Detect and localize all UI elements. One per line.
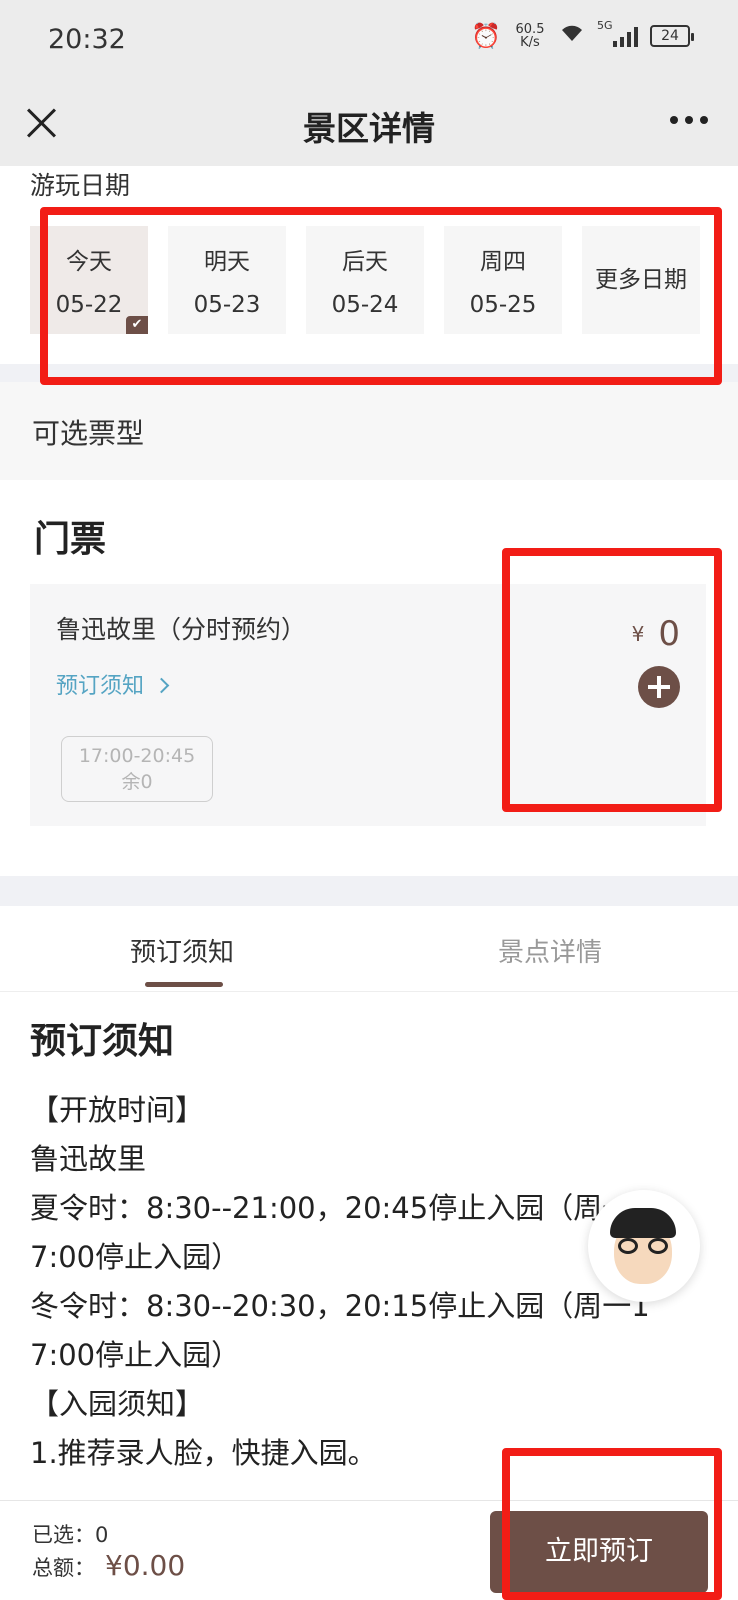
total-label: 总额： <box>32 1556 95 1580</box>
price-currency: ¥ <box>631 622 645 646</box>
time-slot-remaining: 余0 <box>121 771 153 793</box>
notice-line: 7:00停止入园） <box>30 1338 241 1372</box>
network-type-label: 5G <box>597 19 613 32</box>
notice-line: 鲁迅故里 <box>30 1142 147 1176</box>
ticket-section-title: 门票 <box>34 519 107 560</box>
date-option-date: 05-24 <box>331 292 399 318</box>
notice-line: 【开放时间】 <box>30 1093 205 1127</box>
signal-icon: 5G <box>597 19 638 47</box>
time-slot-time: 17:00-20:45 <box>78 745 196 767</box>
tab-bar: 预订须知 景点详情 <box>0 906 738 992</box>
date-option-day: 后天 <box>342 249 388 275</box>
date-option-day: 明天 <box>204 249 250 275</box>
date-option-day-after[interactable]: 后天 05-24 <box>306 226 424 334</box>
ticket-card: 鲁迅故里（分时预约） 预订须知 17:00-20:45 余0 ¥0 <box>30 584 706 826</box>
play-date-label: 游玩日期 <box>30 171 131 200</box>
time-slot-chip[interactable]: 17:00-20:45 余0 <box>61 736 213 802</box>
price-value: 0 <box>658 614 680 654</box>
active-tab-indicator <box>145 982 223 987</box>
total-value: ¥0.00 <box>105 1549 186 1582</box>
date-section: 游玩日期 今天 05-22 ✔ 明天 05-23 后天 05-24 周四 05-… <box>0 166 738 364</box>
date-option-day: 今天 <box>66 249 112 275</box>
bottom-bar: 已选：0 总额： ¥0.00 立即预订 <box>0 1500 738 1600</box>
divider <box>0 876 738 906</box>
date-option-thursday[interactable]: 周四 05-25 <box>444 226 562 334</box>
battery-icon: 24 <box>650 25 694 47</box>
network-speed-unit: K/s <box>520 35 540 50</box>
booking-notice-link-label: 预订须知 <box>56 674 145 699</box>
selected-count: 已选：0 <box>32 1519 108 1549</box>
date-option-date: 05-23 <box>193 292 261 318</box>
ticket-type-label: 可选票型 <box>32 417 145 450</box>
total-amount: 总额： ¥0.00 <box>32 1549 185 1582</box>
notice-heading: 预订须知 <box>30 1021 175 1062</box>
date-option-date: 05-22 <box>55 292 123 318</box>
ticket-type-header: 可选票型 <box>0 382 738 480</box>
date-option-day: 周四 <box>480 249 526 275</box>
tab-booking-notice[interactable]: 预订须知 <box>130 932 234 969</box>
nav-bar: 景区详情 <box>0 82 738 166</box>
date-option-today[interactable]: 今天 05-22 ✔ <box>30 226 148 334</box>
floating-avatar-button[interactable] <box>588 1190 700 1302</box>
booking-notice-link[interactable]: 预订须知 <box>56 668 170 700</box>
selected-value: 0 <box>95 1523 109 1547</box>
battery-level: 24 <box>661 28 679 44</box>
ticket-name: 鲁迅故里（分时预约） <box>56 615 307 644</box>
date-options: 今天 05-22 ✔ 明天 05-23 后天 05-24 周四 05-25 更多… <box>30 226 700 334</box>
notice-line: 【入园须知】 <box>30 1387 205 1421</box>
status-icons: ⏰ 60.5 K/s 5G 24 <box>471 19 694 50</box>
more-dates-label: 更多日期 <box>595 267 687 293</box>
page-title: 景区详情 <box>303 109 435 148</box>
date-option-date: 05-25 <box>469 292 537 318</box>
avatar-glasses-icon <box>618 1238 668 1254</box>
ticket-section: 门票 鲁迅故里（分时预约） 预订须知 17:00-20:45 余0 ¥0 <box>0 480 738 876</box>
divider <box>0 364 738 382</box>
selected-label: 已选： <box>32 1523 95 1547</box>
check-icon: ✔ <box>126 316 148 334</box>
alarm-icon: ⏰ <box>471 22 501 50</box>
wifi-icon <box>559 23 585 49</box>
avatar-hair <box>610 1208 676 1238</box>
book-now-button[interactable]: 立即预订 <box>490 1511 708 1593</box>
more-dates-button[interactable]: 更多日期 <box>582 226 700 334</box>
more-options-icon[interactable] <box>670 116 708 124</box>
ticket-price: ¥0 <box>632 614 680 654</box>
status-time: 20:32 <box>48 24 126 55</box>
date-option-tomorrow[interactable]: 明天 05-23 <box>168 226 286 334</box>
chevron-right-icon <box>153 677 170 694</box>
add-ticket-icon[interactable] <box>638 666 680 708</box>
network-speed: 60.5 K/s <box>513 23 547 49</box>
status-bar: 20:32 ⏰ 60.5 K/s 5G 24 <box>0 0 738 82</box>
tab-attraction-details[interactable]: 景点详情 <box>498 932 602 969</box>
notice-line: 1.推荐录人脸，快捷入园。 <box>30 1436 377 1470</box>
